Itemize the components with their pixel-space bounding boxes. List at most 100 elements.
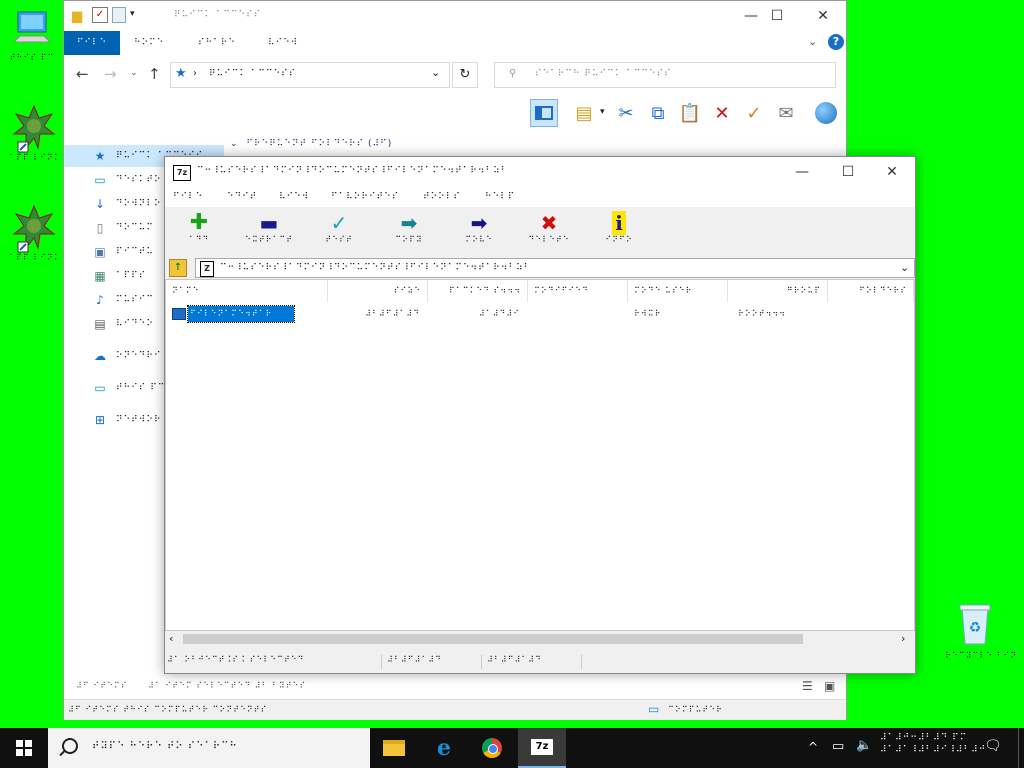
column-header-group[interactable]: ⠛⠗⠕⠥⠏ [728,280,828,302]
folder-up-icon[interactable]: ↑ [169,259,187,277]
delete-button[interactable]: ✕ [708,99,736,127]
scroll-right-icon[interactable]: › [901,632,905,645]
preview-pane-button[interactable] [530,99,558,127]
nav-item-label: ⠝⠑⠞⠺⠕⠗ [116,415,162,425]
app-icon: ▦ [94,269,106,283]
paste-button[interactable]: 📋 [676,99,704,127]
network-status-icon[interactable]: ▭ [832,739,844,754]
properties-dropdown-icon[interactable]: ▾ [600,107,605,117]
address-bar[interactable]: ★ › ⠟⠥⠊⠉⠅ ⠁⠉⠉⠑⠎⠎ ⌄ [170,62,450,88]
path-combobox[interactable]: Z ⠉⠒⠸⠥⠎⠑⠗⠎⠸⠁⠙⠍⠊⠝⠸⠙⠕⠉⠥⠍⠑⠝⠞⠎⠸⠋⠊⠇⠑⠝⠁⠍⠑⠲⠞⠁⠗⠲… [195,258,915,278]
expand-ribbon-icon[interactable]: ⌄ [808,35,817,48]
desktop-icon-app-2[interactable]: ⠁⠏⠏ ⠇⠊⠝⠅ [8,204,60,263]
quick-access-dropdown-icon[interactable]: ▾ [130,9,135,19]
taskbar-internet-explorer[interactable]: e [420,728,468,768]
taskbar-search-placeholder: ⠞⠽⠏⠑ ⠓⠑⠗⠑ ⠞⠕ ⠎⠑⠁⠗⠉⠓ [92,741,238,752]
column-header-folders[interactable]: ⠋⠕⠇⠙⠑⠗⠎ [828,280,914,302]
nav-item-label: ⠙⠕⠺⠝⠇⠕ [116,199,162,209]
sevenzip-toolbar: ✚ ⠁⠙⠙ ▬ ⠑⠭⠞⠗⠁⠉⠞ ✓ ⠞⠑⠎⠞ ➡ ⠉⠕⠏⠽ ➡ ⠍⠕⠧⠑ ✖ ⠙… [165,207,915,258]
copy-button[interactable]: ⧉ [644,99,672,127]
rename-button[interactable]: ✓ [740,99,768,127]
menu-favorites[interactable]: ⠋⠁⠧⠕⠗⠊⠞⠑⠎ [331,189,399,205]
delete-button[interactable]: ✖ ⠙⠑⠇⠑⠞⠑ [519,211,579,255]
item-count: ⠼⠋ ⠊⠞⠑⠍⠎ [76,681,128,690]
column-header-size[interactable]: ⠎⠊⠵⠑ [328,280,428,302]
start-button[interactable] [0,728,48,768]
close-button[interactable]: ✕ [869,157,915,187]
explorer-details-bar: ⠼⠋ ⠊⠞⠑⠍⠎ ⠞⠓⠊⠎ ⠉⠕⠍⠏⠥⠞⠑⠗ ⠉⠕⠝⠞⠑⠝⠞⠎ ▭ ⠉⠕⠍⠏⠥⠞… [64,699,846,720]
extract-button[interactable]: ▬ ⠑⠭⠞⠗⠁⠉⠞ [239,211,299,255]
new-folder-icon[interactable] [112,7,126,23]
info-button[interactable]: i ⠊⠝⠋⠕ [589,211,649,255]
tab-share[interactable]: ⠎⠓⠁⠗⠑ [198,31,236,55]
column-header-name[interactable]: ⠝⠁⠍⠑ [166,280,328,302]
cut-button[interactable]: ✂ [612,99,640,127]
up-icon[interactable]: ↑ [148,65,161,83]
show-hidden-icons-icon[interactable]: ^ [808,740,818,754]
taskbar-chrome[interactable] [468,728,516,768]
file-list: ⠝⠁⠍⠑ ⠎⠊⠵⠑ ⠏⠁⠉⠅⠑⠙ ⠎⠲⠲⠲ ⠍⠕⠙⠊⠋⠊⠑⠙ ⠍⠕⠙⠑ ⠥⠎⠑⠗… [165,279,915,631]
desktop-icon-recycle-bin[interactable]: ♻ ⠗⠑⠉⠽⠉⠇⠑ ⠃⠊⠝ [944,602,1016,661]
internet-explorer-icon: e [437,735,451,761]
toolbar-label: ⠞⠑⠎⠞ [325,235,353,244]
maximize-button[interactable]: ☐ [754,1,800,31]
copy-button[interactable]: ➡ ⠉⠕⠏⠽ [379,211,439,255]
taskbar-file-explorer[interactable] [370,728,418,768]
volume-icon[interactable]: 🔈 [856,738,872,753]
section-header[interactable]: ⌄ ⠋⠗⠑⠟⠥⠑⠝⠞ ⠋⠕⠇⠙⠑⠗⠎ (⠼⠋) [230,135,392,153]
clock[interactable]: ⠼⠁⠼⠚⠒⠼⠃⠼⠙ ⠏⠍ ⠼⠁⠼⠁⠸⠼⠃⠼⠊⠸⠼⠃⠼⠚ [880,730,985,766]
notifications-icon[interactable]: 🗨 [984,738,1002,754]
menu-file[interactable]: ⠋⠊⠇⠑ [173,189,203,205]
properties-button[interactable]: ▤ [570,99,598,127]
scrollbar-thumb[interactable] [183,634,803,644]
menu-view[interactable]: ⠧⠊⠑⠺ [279,189,309,205]
star-icon: ★ [175,66,187,81]
search-box[interactable]: ⚲ ⠎⠑⠁⠗⠉⠓ ⠟⠥⠊⠉⠅ ⠁⠉⠉⠑⠎⠎ [494,62,836,88]
move-icon: ➡ [470,211,488,235]
desktop-icon-app-1[interactable]: ⠁⠏⠏ ⠇⠊⠝⠅ [8,104,60,163]
large-icons-view-icon[interactable]: ▣ [824,679,835,693]
back-icon[interactable]: ← [76,65,89,83]
computer-icon: ▭ [94,381,106,395]
refresh-button[interactable]: ↻ [452,62,478,88]
network-globe-button[interactable] [812,99,840,127]
properties-icon[interactable]: ✓ [92,7,108,23]
show-desktop-button[interactable] [1018,728,1024,768]
nav-item-label: ⠙⠑⠎⠅⠞⠕ [116,175,162,185]
sevenzip-title-bar: 7z ⠉⠒⠸⠥⠎⠑⠗⠎⠸⠁⠙⠍⠊⠝⠸⠙⠕⠉⠥⠍⠑⠝⠞⠎⠸⠋⠊⠇⠑⠝⠁⠍⠑⠲⠞⠁⠗… [165,157,915,187]
add-button[interactable]: ✚ ⠁⠙⠙ [169,211,229,255]
picture-icon: ▣ [94,245,106,259]
move-button[interactable]: ➡ ⠍⠕⠧⠑ [449,211,509,255]
forward-icon[interactable]: → [104,65,117,83]
maximize-button[interactable]: ☐ [825,157,871,187]
scroll-left-icon[interactable]: ‹ [169,632,173,645]
tab-view[interactable]: ⠧⠊⠑⠺ [268,31,298,55]
taskbar-search-box[interactable]: ⠞⠽⠏⠑ ⠓⠑⠗⠑ ⠞⠕ ⠎⠑⠁⠗⠉⠓ [48,728,370,768]
recent-locations-icon[interactable]: ⌄ [130,68,138,78]
search-icon-handle [59,749,66,757]
tab-home[interactable]: ⠓⠕⠍⠑ [134,31,164,55]
column-header-packed[interactable]: ⠏⠁⠉⠅⠑⠙ ⠎⠲⠲⠲ [428,280,528,302]
close-button[interactable]: ✕ [800,1,846,31]
chevron-down-icon: ⌄ [230,139,238,149]
help-icon[interactable]: ? [828,34,844,50]
desktop-icon-this-pc[interactable]: ⠞⠓⠊⠎ ⠏⠉ [4,6,60,63]
nav-item-label: ⠁⠏⠏⠎ [116,271,147,281]
sevenzip-status-bar: ⠼⠁ ⠕⠃⠚⠑⠉⠞⠨⠎⠨ ⠎⠑⠇⠑⠉⠞⠑⠙ ⠼⠃⠼⠋⠼⠁⠼⠙ ⠼⠃⠼⠋⠼⠁⠼⠙ [165,651,915,673]
chevron-down-icon[interactable]: ⌄ [900,261,909,274]
toolbar-label: ⠉⠕⠏⠽ [395,235,423,244]
desktop-icon-label: ⠞⠓⠊⠎ ⠏⠉ [4,53,60,63]
minimize-button[interactable]: — [779,157,825,187]
menu-tools[interactable]: ⠞⠕⠕⠇⠎ [423,189,461,205]
address-dropdown-icon[interactable]: ⌄ [431,66,440,79]
column-header-mode[interactable]: ⠍⠕⠙⠑ ⠥⠎⠑⠗ [628,280,728,302]
taskbar-7zip[interactable]: 7z [518,728,566,768]
column-header-modified[interactable]: ⠍⠕⠙⠊⠋⠊⠑⠙ [528,280,628,302]
menu-help[interactable]: ⠓⠑⠇⠏ [485,189,515,205]
test-button[interactable]: ✓ ⠞⠑⠎⠞ [309,211,369,255]
email-button[interactable]: ✉ [772,99,800,127]
horizontal-scrollbar[interactable]: ‹ › [165,631,915,647]
tab-file[interactable]: ⠋⠊⠇⠑ [64,31,120,55]
details-view-icon[interactable]: ☰ [802,679,813,693]
menu-edit[interactable]: ⠑⠙⠊⠞ [227,189,257,205]
